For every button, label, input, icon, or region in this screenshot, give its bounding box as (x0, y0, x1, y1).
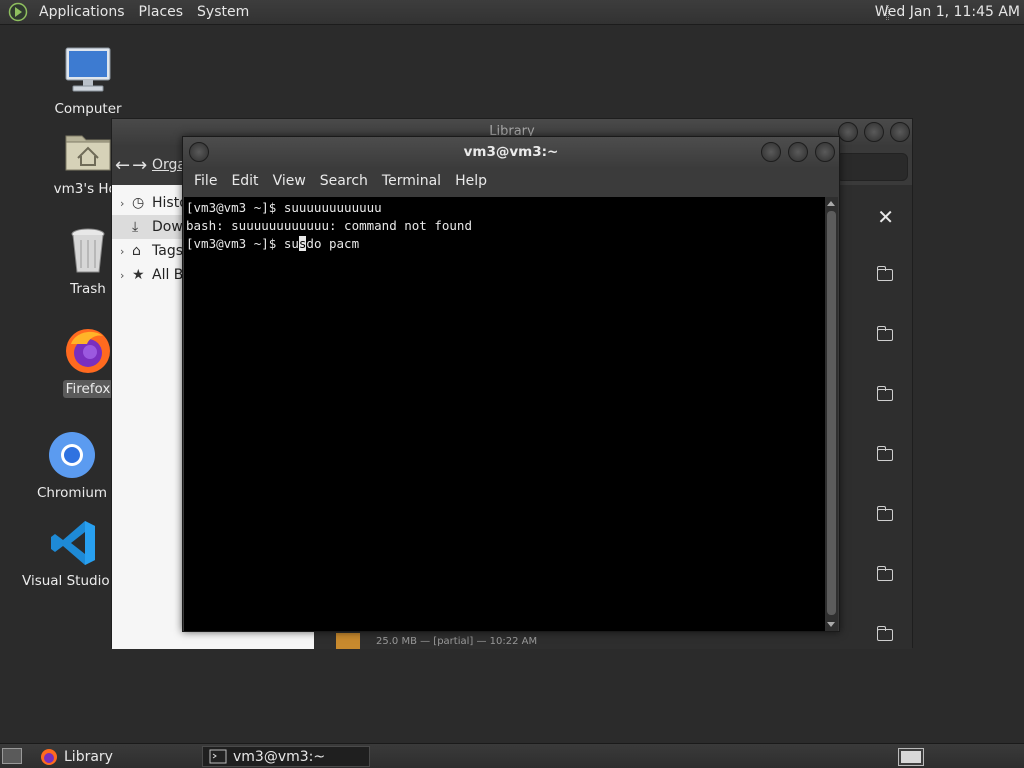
folder-icon[interactable] (876, 566, 893, 581)
clock[interactable]: Wed Jan 1, 11:45 AM (875, 0, 1020, 25)
terminal-window[interactable]: vm3@vm3:~ File Edit View Search Terminal… (182, 136, 840, 632)
menu-terminal[interactable]: Terminal (375, 173, 448, 189)
sidebar-item-label: All B (152, 267, 184, 283)
taskbar-item-terminal[interactable]: vm3@vm3:~ (202, 746, 370, 767)
maximize-button[interactable] (864, 122, 884, 142)
desktop-icon-computer[interactable]: Computer (33, 46, 143, 118)
desktop-icon-label: Chromium (36, 485, 108, 501)
library-search-input[interactable] (836, 153, 908, 181)
tag-icon: ⌂ (132, 243, 141, 259)
terminal-current-line: [vm3@vm3 ~]$ susdo pacm (186, 235, 825, 253)
workspace-switcher[interactable] (898, 748, 924, 766)
sidebar-item-label: Dow (152, 219, 183, 235)
bottom-panel: Library vm3@vm3:~ (0, 743, 1024, 768)
show-desktop-button[interactable] (2, 748, 22, 764)
chevron-right-icon[interactable]: › (120, 269, 132, 282)
terminal-input-after-cursor: do pacm (306, 236, 360, 251)
minimize-button[interactable] (761, 142, 781, 162)
desktop-icon-label: Trash (70, 281, 106, 297)
minimize-button[interactable] (838, 122, 858, 142)
download-info: 25.0 MB — [partial] — 10:22 AM (376, 636, 538, 647)
library-window-buttons (838, 122, 910, 142)
maximize-button[interactable] (788, 142, 808, 162)
close-button[interactable] (890, 122, 910, 142)
clock-icon: ◷ (132, 195, 145, 211)
close-button[interactable] (815, 142, 835, 162)
terminal-icon (209, 749, 227, 763)
trash-icon (63, 226, 113, 276)
distro-logo-icon[interactable] (8, 2, 28, 22)
terminal-line: [vm3@vm3 ~]$ suuuuuuuuuuuu (186, 200, 382, 215)
vscode-icon (49, 518, 99, 568)
terminal-screen[interactable]: [vm3@vm3 ~]$ suuuuuuuuuuuu bash: suuuuuuu… (184, 197, 825, 631)
scroll-down-icon[interactable] (827, 622, 835, 627)
applications-menu[interactable]: Applications (32, 0, 132, 25)
terminal-window-buttons (761, 142, 835, 162)
desktop-icon-label: Computer (54, 101, 122, 117)
folder-icon[interactable] (876, 506, 893, 521)
back-forward-icon[interactable]: ←→ (115, 155, 149, 176)
folder-icon[interactable] (876, 326, 893, 341)
firefox-icon (41, 748, 57, 765)
system-menu[interactable]: System (190, 0, 256, 25)
terminal-line: bash: suuuuuuuuuuuu: command not found (186, 218, 472, 233)
organize-button[interactable]: Orga (152, 157, 186, 173)
chevron-right-icon[interactable]: › (120, 197, 132, 210)
terminal-titlebar[interactable]: vm3@vm3:~ (183, 137, 839, 167)
window-menu-button[interactable] (189, 142, 209, 162)
places-menu[interactable]: Places (132, 0, 191, 25)
folder-icon[interactable] (876, 266, 893, 281)
firefox-icon (63, 326, 113, 376)
scrollbar-thumb[interactable] (827, 211, 836, 615)
taskbar-item-library[interactable]: Library (34, 746, 200, 767)
sidebar-item-label: Tags (152, 243, 183, 259)
home-folder-icon (63, 126, 113, 176)
folder-icon[interactable] (876, 626, 893, 641)
download-icon: ⤓ (132, 219, 139, 235)
folder-icon[interactable] (876, 446, 893, 461)
terminal-scrollbar[interactable] (825, 197, 838, 631)
computer-icon (63, 46, 113, 96)
taskbar-item-label: Library (64, 748, 113, 765)
star-icon: ★ (132, 267, 145, 283)
menu-help[interactable]: Help (448, 173, 494, 189)
terminal-input-before-cursor: [vm3@vm3 ~]$ su (186, 236, 299, 251)
menu-search[interactable]: Search (313, 173, 375, 189)
download-file-icon (336, 633, 360, 649)
desktop-icon-label: Firefox (62, 380, 114, 398)
scroll-up-icon[interactable] (827, 201, 835, 206)
folder-icon[interactable] (876, 386, 893, 401)
chromium-icon (47, 430, 97, 480)
menu-view[interactable]: View (266, 173, 313, 189)
menu-edit[interactable]: Edit (224, 173, 265, 189)
close-icon[interactable]: ✕ (877, 205, 894, 229)
chevron-right-icon[interactable]: › (120, 245, 132, 258)
top-panel: Applications Places System Wed Jan 1, 11… (0, 0, 1024, 25)
terminal-menubar: File Edit View Search Terminal Help (183, 167, 839, 195)
taskbar-item-label: vm3@vm3:~ (233, 748, 326, 765)
menu-file[interactable]: File (187, 173, 224, 189)
